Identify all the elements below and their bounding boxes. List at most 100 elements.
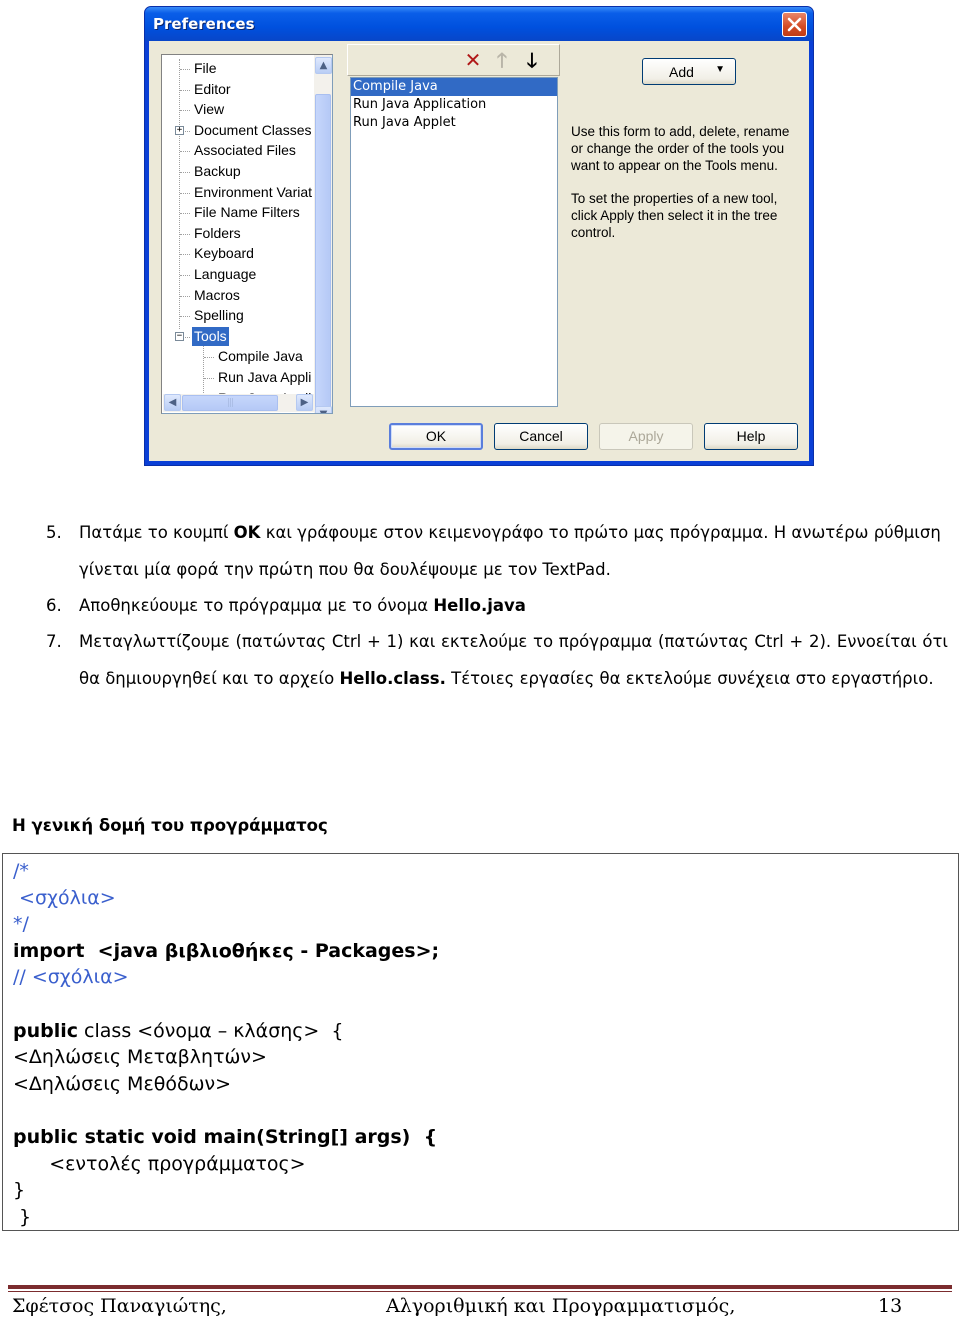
tree-item[interactable]: Spelling bbox=[192, 306, 246, 325]
horizontal-scroll-thumb[interactable]: ||| bbox=[182, 395, 278, 411]
ok-button[interactable]: OK bbox=[389, 423, 483, 450]
tree-item[interactable]: File bbox=[192, 59, 219, 78]
chevron-down-icon: ▼ bbox=[320, 409, 328, 413]
step-number: 7. bbox=[46, 632, 62, 651]
scroll-down-button[interactable]: ▼ bbox=[315, 406, 332, 413]
move-down-icon[interactable]: 🡓 bbox=[521, 49, 543, 71]
help-text-2: To set the properties of a new tool, cli… bbox=[571, 191, 778, 240]
code-line: import <java βιβλιοθήκες - Packages>; bbox=[13, 938, 439, 964]
code-text: class <όνομα – κλάσης> { bbox=[78, 1019, 344, 1042]
footer-rule-thin bbox=[8, 1291, 952, 1292]
tree-item[interactable]: Macros bbox=[192, 286, 242, 305]
tree-item[interactable]: Folders bbox=[192, 224, 243, 243]
close-icon bbox=[787, 17, 802, 32]
vertical-scroll-thumb[interactable] bbox=[315, 94, 331, 412]
tree-connector bbox=[180, 192, 190, 194]
code-line: <εντολές προγράμματος> bbox=[13, 1151, 305, 1177]
tree-connector bbox=[180, 172, 190, 173]
text-run: Τέτοιες εργασίες θα εκτελούμε συνέχεια σ… bbox=[445, 668, 934, 688]
tree-item[interactable]: Environment Variat bbox=[192, 183, 314, 202]
bold-text: OK bbox=[233, 523, 261, 542]
tree-item[interactable]: File Name Filters bbox=[192, 203, 302, 222]
collapse-icon[interactable]: − bbox=[175, 331, 184, 341]
footer-rule bbox=[8, 1285, 952, 1289]
tree-connector bbox=[180, 254, 190, 256]
step-6: 6. Αποθηκεύουμε το πρόγραμμα με το όνομα… bbox=[46, 588, 948, 625]
tree-connector bbox=[204, 378, 214, 379]
apply-button[interactable]: Apply bbox=[599, 423, 693, 450]
preferences-tree[interactable]: File Editor View + Document Classes Associate… bbox=[161, 54, 333, 414]
expand-icon[interactable]: + bbox=[175, 125, 184, 135]
chevron-left-icon: ◀ bbox=[168, 397, 177, 408]
code-text: public static void main(String[] args) { bbox=[13, 1126, 438, 1148]
bold-text: Hello.class. bbox=[339, 668, 446, 688]
help-text-1: Use this form to add, delete, rename or … bbox=[571, 124, 790, 173]
code-line: public static void main(String[] args) { bbox=[13, 1124, 437, 1150]
tool-list-item[interactable]: Run Java Applet bbox=[351, 114, 557, 132]
bold-text: Hello.java bbox=[433, 596, 526, 615]
tree-guide-line bbox=[179, 59, 180, 329]
tree-item[interactable]: Tools bbox=[192, 326, 229, 346]
code-line: <Δηλώσεις Μεθόδων> bbox=[13, 1071, 231, 1097]
tree-connector bbox=[180, 295, 190, 297]
code-line: /* bbox=[13, 858, 29, 884]
code-text: } bbox=[13, 1205, 32, 1228]
tool-list-item[interactable]: Compile Java bbox=[351, 78, 557, 96]
scroll-up-button[interactable]: ▲ bbox=[315, 57, 332, 74]
preferences-dialog: Preferences File Editor View + Document Clas… bbox=[144, 6, 814, 466]
delete-icon[interactable]: ✕ bbox=[462, 49, 484, 71]
dropdown-arrow-icon: ▼ bbox=[715, 64, 725, 75]
tree-item[interactable]: Run Java Appli bbox=[216, 368, 313, 387]
tree-item[interactable]: Compile Java bbox=[216, 347, 305, 366]
cancel-button[interactable]: Cancel bbox=[494, 423, 588, 450]
page-number: 13 bbox=[878, 1295, 903, 1317]
code-text: import <java βιβλιοθήκες - Packages>; bbox=[13, 939, 440, 962]
tree-item[interactable]: Document Classes bbox=[192, 121, 314, 140]
tool-list[interactable]: Compile Java Run Java Application Run Java… bbox=[350, 77, 558, 407]
step-5: 5. Πατάμε το κουμπί OK και γράφουμε στον… bbox=[46, 515, 948, 588]
scroll-right-button[interactable]: ▶ bbox=[296, 394, 313, 411]
tool-list-toolbar: ✕ 🡑 🡓 bbox=[347, 44, 560, 76]
step-number: 6. bbox=[46, 596, 62, 615]
close-button[interactable] bbox=[782, 12, 807, 37]
tree-connector bbox=[180, 233, 190, 235]
tree-vertical-scrollbar[interactable]: ▲ ▼ bbox=[314, 55, 332, 413]
tree-horizontal-scrollbar[interactable]: ◀ ||| ▶ bbox=[163, 394, 315, 412]
tree-item[interactable]: Keyboard bbox=[192, 244, 256, 263]
tree-item[interactable]: Backup bbox=[192, 162, 243, 181]
chevron-up-icon: ▲ bbox=[319, 60, 328, 71]
footer-course: Αλγοριθμική και Προγραμματισμός, bbox=[386, 1295, 736, 1317]
title-bar[interactable]: Preferences bbox=[145, 7, 813, 41]
code-comment: */ bbox=[13, 913, 29, 936]
tree-item[interactable]: View bbox=[192, 100, 226, 119]
code-comment: <σχόλια> bbox=[13, 886, 116, 909]
footer-author: Σφέτσος Παναγιώτης, bbox=[12, 1295, 227, 1317]
tree-connector bbox=[180, 151, 190, 153]
section-heading: Η γενική δομή του προγράμματος bbox=[12, 816, 328, 835]
tree-item[interactable]: Language bbox=[192, 265, 258, 284]
code-line: <σχόλια> bbox=[13, 885, 116, 911]
scroll-left-button[interactable]: ◀ bbox=[164, 394, 181, 411]
dialog-title: Preferences bbox=[153, 15, 255, 33]
tree-item[interactable]: Editor bbox=[192, 80, 233, 99]
text-run: Πατάμε το κουμπί bbox=[79, 523, 234, 542]
code-comment: /* bbox=[13, 860, 29, 882]
add-button[interactable]: Add ▼ bbox=[642, 58, 736, 85]
code-text: <Δηλώσεις Μεταβλητών> bbox=[13, 1046, 267, 1069]
tree-connector bbox=[180, 275, 190, 276]
tree-connector bbox=[180, 89, 190, 91]
tree-item[interactable]: Associated Files bbox=[192, 141, 298, 160]
step-number: 5. bbox=[46, 523, 62, 542]
code-line: */ bbox=[13, 911, 29, 937]
move-up-icon[interactable]: 🡑 bbox=[491, 49, 513, 71]
code-line: } bbox=[13, 1204, 31, 1230]
code-line: <Δηλώσεις Μεταβλητών> bbox=[13, 1044, 267, 1070]
code-text: <Δηλώσεις Μεθόδων> bbox=[13, 1072, 232, 1095]
code-line: } bbox=[13, 1177, 25, 1203]
step-7: 7. Μεταγλωττίζουμε (πατώντας Ctrl + 1) κ… bbox=[46, 624, 948, 697]
dialog-client-area: File Editor View + Document Classes Associate… bbox=[149, 41, 809, 461]
tree-connector bbox=[204, 357, 214, 359]
tool-list-item[interactable]: Run Java Application bbox=[351, 96, 557, 114]
help-button[interactable]: Help bbox=[704, 423, 798, 450]
code-structure-box: /* <σχόλια> */ import <java βιβλιοθήκες - … bbox=[2, 853, 959, 1231]
